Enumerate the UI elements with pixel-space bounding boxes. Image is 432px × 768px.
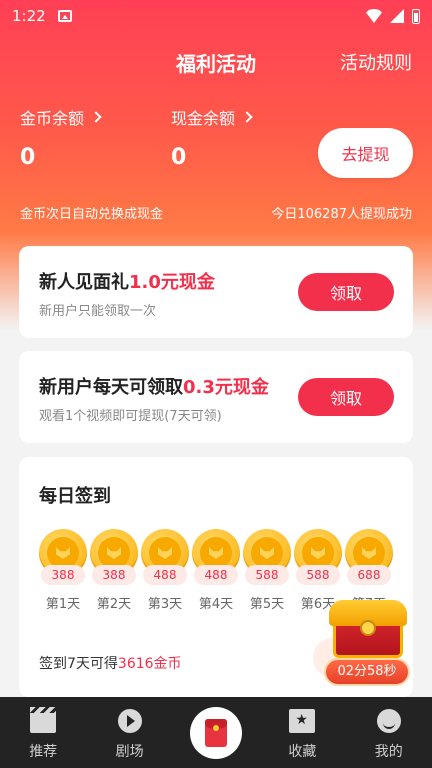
checkin-day[interactable]: 588 第6天 [294, 529, 345, 612]
wifi-icon [366, 9, 382, 23]
newbie-gift-title-text: 新人见面礼 [39, 272, 129, 293]
treasure-chest[interactable]: 02分58秒 [313, 598, 413, 690]
coin-amount: 588 [245, 565, 289, 585]
newbie-gift-card: 新人见面礼1.0元现金 新用户只能领取一次 领取 [19, 246, 413, 338]
coin-amount: 488 [194, 565, 238, 585]
coin-amount: 588 [296, 565, 340, 585]
checkin-day[interactable]: 488 第4天 [192, 529, 243, 612]
daily-cash-subtitle: 观看1个视频即可提现(7天可领) [39, 409, 222, 424]
claim-newbie-button[interactable]: 领取 [298, 273, 394, 311]
withdraw-button[interactable]: 去提现 [318, 128, 413, 178]
rewards-center-button[interactable] [189, 707, 242, 759]
daily-cash-title-text: 新用户每天可领取 [39, 377, 183, 398]
chest-lock-icon [360, 620, 376, 636]
cash-balance[interactable]: 现金余额 0 [171, 105, 253, 170]
nav-item-favorites[interactable]: 收藏 [259, 697, 345, 768]
coin-balance-label: 金币余额 [20, 109, 85, 128]
day-label: 第5天 [249, 597, 285, 612]
nav-item-recommend[interactable]: 推荐 [0, 697, 86, 768]
daily-cash-amount: 0.3元现金 [183, 377, 269, 398]
battery-icon [412, 8, 420, 24]
nav-label: 剧场 [115, 744, 144, 760]
checkin-day[interactable]: 388 第1天 [39, 529, 90, 612]
daily-cash-card: 新用户每天可领取0.3元现金 观看1个视频即可提现(7天可领) 领取 [19, 351, 413, 443]
checkin-summary-amount: 3616金币 [117, 656, 182, 672]
coin-amount: 488 [143, 565, 187, 585]
clapperboard-icon [30, 707, 57, 733]
chevron-right-icon [90, 111, 102, 123]
newbie-gift-title: 新人见面礼1.0元现金 [39, 268, 215, 294]
checkin-day[interactable]: 488 第3天 [141, 529, 192, 612]
checkin-day[interactable]: 388 第2天 [90, 529, 141, 612]
checkin-summary-text: 签到7天可得 [39, 656, 118, 672]
red-envelope-icon [204, 719, 227, 747]
activity-rules-link[interactable]: 活动规则 [340, 49, 412, 75]
cash-balance-label: 现金余额 [171, 109, 236, 128]
checkin-summary: 签到7天可得3616金币 [39, 653, 182, 673]
signal-icon [390, 9, 404, 23]
image-notification-icon [57, 10, 72, 22]
coin-amount: 688 [347, 565, 391, 585]
chest-countdown: 02分58秒 [324, 658, 410, 686]
bottom-nav: 推荐 剧场 收藏 我的 [0, 697, 432, 768]
nav-label: 我的 [374, 744, 403, 760]
daily-cash-title: 新用户每天可领取0.3元现金 [39, 373, 269, 399]
status-indicators [366, 8, 420, 24]
cash-balance-value: 0 [171, 145, 187, 170]
day-label: 第2天 [96, 597, 132, 612]
withdraw-success-count: 今日106287人提现成功 [271, 207, 412, 222]
day-label: 第1天 [45, 597, 81, 612]
checkin-days: 388 第1天 388 第2天 488 第3天 488 第4天 588 第5天 … [39, 529, 396, 612]
coin-amount: 388 [92, 565, 136, 585]
auto-exchange-hint: 金币次日自动兑换成现金 [20, 207, 164, 222]
newbie-gift-subtitle: 新用户只能领取一次 [39, 304, 157, 319]
day-label: 第3天 [147, 597, 183, 612]
cash-balance-label-row: 现金余额 [171, 105, 253, 129]
day-label: 第4天 [198, 597, 234, 612]
checkin-day[interactable]: 688 第7天 [345, 529, 396, 612]
claim-daily-button[interactable]: 领取 [298, 378, 394, 416]
profile-icon [376, 709, 401, 733]
play-icon [117, 709, 142, 733]
status-time: 1:22 [12, 7, 46, 25]
nav-label: 推荐 [29, 744, 58, 760]
nav-item-theater[interactable]: 剧场 [86, 697, 172, 768]
nav-item-profile[interactable]: 我的 [346, 697, 432, 768]
coin-balance-value: 0 [20, 145, 36, 170]
checkin-day[interactable]: 588 第5天 [243, 529, 294, 612]
favorite-icon [289, 709, 316, 733]
status-bar: 1:22 [0, 0, 432, 32]
coin-balance-label-row: 金币余额 [20, 105, 102, 129]
nav-label: 收藏 [288, 744, 317, 760]
coin-amount: 388 [41, 565, 85, 585]
nav-item-rewards[interactable] [173, 697, 259, 768]
chevron-right-icon [241, 111, 253, 123]
newbie-gift-amount: 1.0元现金 [129, 272, 215, 293]
coin-balance[interactable]: 金币余额 0 [20, 105, 102, 170]
checkin-title: 每日签到 [39, 486, 111, 507]
